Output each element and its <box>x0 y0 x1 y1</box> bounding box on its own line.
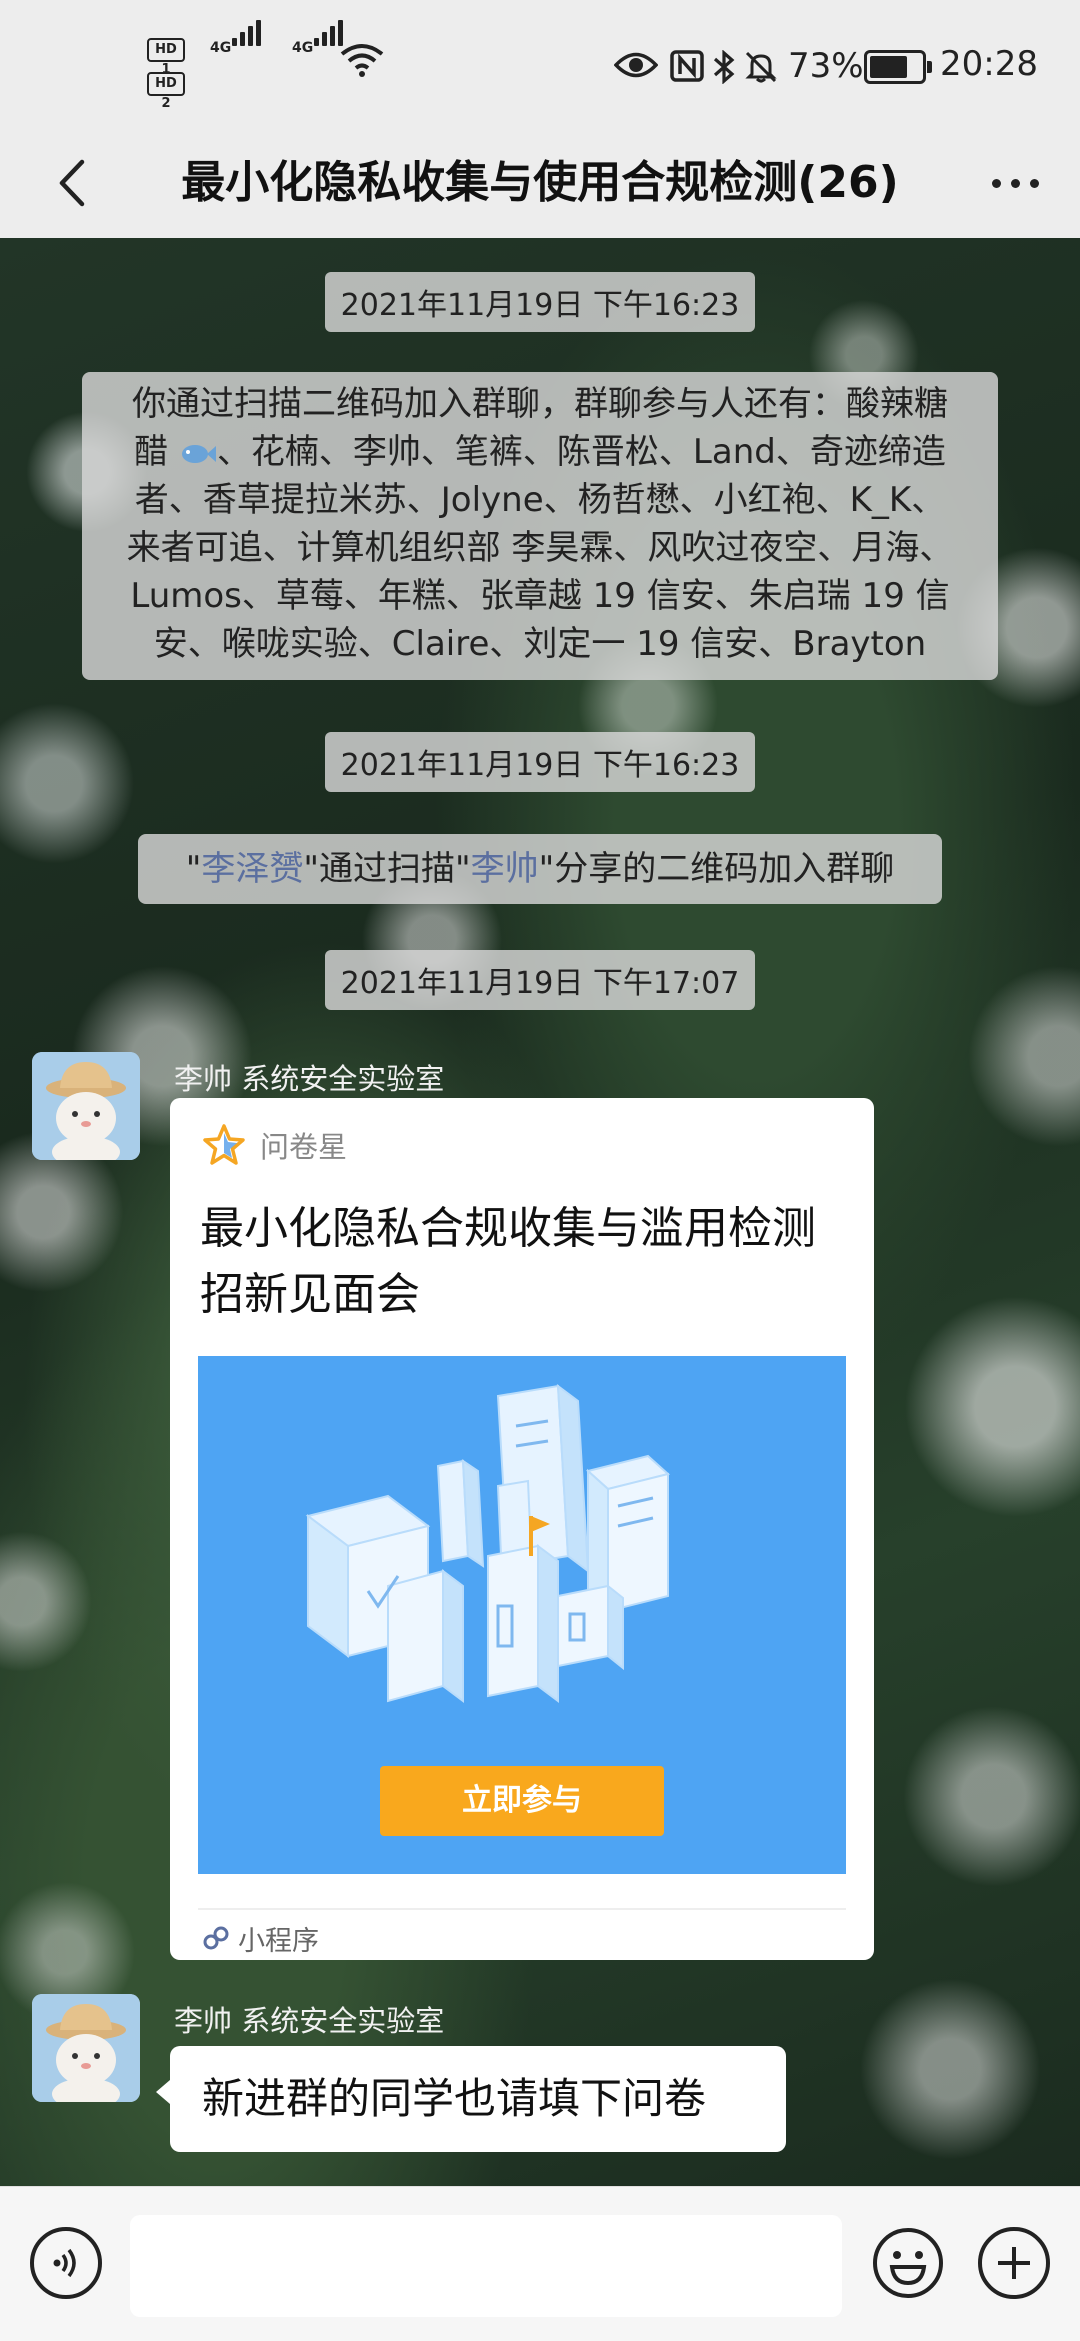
member-link[interactable]: 李帅 <box>471 849 539 889</box>
chat-title: 最小化隐私收集与使用合规检测(26) <box>181 157 899 208</box>
card-source-name: 问卷星 <box>260 1130 348 1164</box>
title-bar: 最小化隐私收集与使用合规检测(26) <box>0 130 1080 238</box>
avatar[interactable] <box>32 1052 140 1160</box>
plus-button[interactable] <box>978 2227 1050 2299</box>
card-cover-image: 立即参与 <box>198 1356 846 1874</box>
card-footer: 小程序 <box>202 1918 319 1958</box>
plus-icon <box>998 2247 1030 2279</box>
join-notice: 你通过扫描二维码加入群聊，群聊参与人还有：酸辣糖 醋 、花楠、李帅、笔裤、陈晋松… <box>82 372 998 680</box>
join-notice-line: 你通过扫描二维码加入群聊，群聊参与人还有：酸辣糖 <box>132 384 948 424</box>
eye-icon <box>614 52 658 78</box>
voice-icon <box>53 2248 76 2278</box>
join-now-button[interactable]: 立即参与 <box>380 1766 664 1836</box>
network-type-1: 4G <box>210 40 232 56</box>
wifi-icon <box>340 44 384 77</box>
join-notice-line: 来者可追、计算机组织部 李昊霖、风吹过夜空、月海、 <box>126 528 954 568</box>
emoji-button[interactable] <box>872 2227 944 2299</box>
mute-icon <box>745 51 777 83</box>
chat-area[interactable]: 2021年11月19日 下午16:23 你通过扫描二维码加入群聊，群聊参与人还有… <box>0 238 1080 2186</box>
timestamp-text: 2021年11月19日 下午17:07 <box>324 950 756 1010</box>
voice-button[interactable] <box>30 2227 102 2299</box>
status-bar: HD 1 HD 2 4G 4G 73% 20:28 <box>0 0 1080 130</box>
join-notice-line: 安、喉咙实验、Claire、刘定一 19 信安、Brayton <box>153 624 927 664</box>
timestamp-text: 2021年11月19日 下午16:23 <box>324 732 756 792</box>
star-icon <box>203 1124 245 1165</box>
hd2-badge: HD 2 <box>147 72 185 111</box>
timestamp: 2021年11月19日 下午17:07 <box>0 950 1080 1010</box>
divider <box>198 1908 846 1910</box>
avatar-image <box>32 1994 140 2102</box>
member-link[interactable]: 李泽赟 <box>201 849 303 889</box>
timestamp: 2021年11月19日 下午16:23 <box>0 272 1080 332</box>
card-title: 最小化隐私合规收集与滥用检测 招新见面会 <box>200 1203 816 1320</box>
battery-percent: 73% <box>788 46 864 86</box>
input-bar <box>0 2186 1080 2341</box>
sender-name: 李帅 系统安全实验室 <box>174 1062 445 1096</box>
more-button[interactable] <box>980 148 1050 218</box>
network-type-2: 4G <box>292 40 314 56</box>
top-bar: HD 1 HD 2 4G 4G 73% 20:28 最小化隐私收集与使用合规检测… <box>0 0 1080 238</box>
avatar[interactable] <box>32 1994 140 2102</box>
text-message-bubble[interactable]: 新进群的同学也请填下问卷 <box>156 2046 786 2152</box>
timestamp-text: 2021年11月19日 下午16:23 <box>324 272 756 332</box>
join-notice-line: Lumos、草莓、年糕、张章越 19 信安、朱启瑞 19 信 <box>130 576 950 616</box>
mini-program-label: 小程序 <box>238 1925 319 1957</box>
timestamp: 2021年11月19日 下午16:23 <box>0 732 1080 792</box>
mini-program-icon <box>203 1926 229 1950</box>
card-source: 问卷星 <box>202 1122 347 1168</box>
nfc-icon <box>670 50 704 82</box>
more-dots-icon <box>991 178 1001 188</box>
back-button[interactable] <box>36 148 106 218</box>
join-notice-line: 醋 、花楠、李帅、笔裤、陈晋松、Land、奇迹缔造 <box>134 432 946 472</box>
join-notice-line: 者、香草提拉米苏、Jolyne、杨哲懋、小红袍、K_K、 <box>134 480 946 520</box>
hd1-badge: HD 1 <box>147 38 185 77</box>
mini-program-card[interactable]: 问卷星 最小化隐私合规收集与滥用检测 招新见面会 立即参与 小程序 <box>170 1098 874 1960</box>
sender-name: 李帅 系统安全实验室 <box>174 2004 445 2038</box>
clock: 20:28 <box>940 44 1038 84</box>
bluetooth-icon <box>713 50 735 84</box>
battery-icon <box>864 50 932 84</box>
scan-notice: "李泽赟"通过扫描"李帅"分享的二维码加入群聊 <box>138 834 942 904</box>
fish-emoji-icon <box>181 444 216 463</box>
message-input[interactable] <box>130 2215 842 2317</box>
chevron-left-icon <box>59 159 85 207</box>
avatar-image <box>32 1052 140 1160</box>
